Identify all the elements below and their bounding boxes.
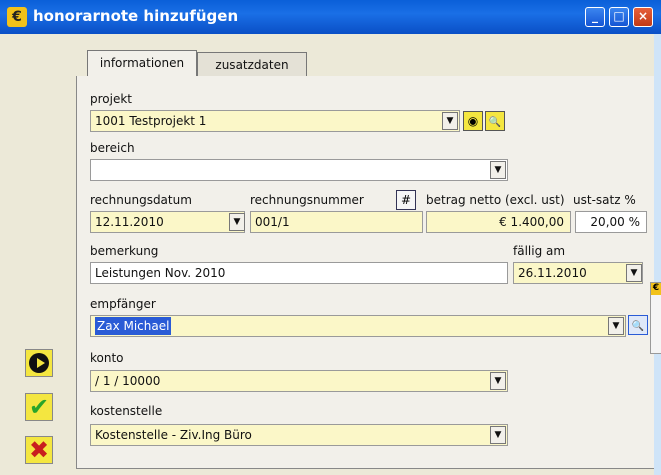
window-title: honorarnote hinzufügen (33, 7, 239, 25)
tab-informationen[interactable]: informationen (87, 50, 197, 76)
app-euro-icon: € (7, 7, 27, 27)
betrag-field[interactable]: € 1.400,00 (426, 211, 571, 233)
projekt-select[interactable]: 1001 Testprojekt 1 (90, 110, 460, 132)
cancel-button[interactable]: ✖ (25, 436, 53, 464)
faellig-dropdown-button[interactable]: ▼ (626, 264, 642, 282)
minimize-button[interactable]: _ (585, 7, 605, 27)
projekt-label: projekt (90, 92, 132, 106)
bemerkung-field[interactable]: Leistungen Nov. 2010 (90, 262, 508, 284)
number-generate-button[interactable]: # (396, 190, 416, 210)
empfaenger-dropdown-button[interactable]: ▼ (608, 317, 624, 335)
projekt-target-button[interactable]: ◉ (463, 111, 483, 131)
rechnungsnummer-field[interactable]: 001/1 (250, 211, 423, 233)
dialog-window: € honorarnote hinzufügen _ □ × ✔ ✖ infor… (0, 0, 661, 475)
title-bar[interactable]: € honorarnote hinzufügen _ □ × (0, 0, 661, 34)
kostenstelle-dropdown-button[interactable]: ▼ (490, 426, 506, 444)
close-button[interactable]: × (633, 7, 653, 27)
empfaenger-search-button[interactable]: 🔍 (628, 315, 648, 335)
rechnungsdatum-dropdown-button[interactable]: ▼ (229, 213, 245, 231)
faellig-label: fällig am (513, 244, 566, 258)
confirm-button[interactable]: ✔ (25, 393, 53, 421)
konto-label: konto (90, 351, 124, 365)
play-button[interactable] (25, 349, 53, 377)
background-popup-edge[interactable]: € (650, 282, 661, 354)
maximize-button[interactable]: □ (609, 7, 629, 27)
bemerkung-label: bemerkung (90, 244, 159, 258)
empfaenger-selected-text: Zax Michael (95, 317, 172, 335)
bereich-dropdown-button[interactable]: ▼ (490, 161, 506, 179)
empfaenger-select[interactable]: Zax Michael (90, 315, 626, 337)
check-icon: ✔ (28, 393, 50, 421)
ust-label: ust-satz % (573, 193, 636, 207)
target-icon: ◉ (467, 114, 479, 128)
ust-field[interactable]: 20,00 % (575, 211, 647, 233)
projekt-search-button[interactable]: 🔍 (485, 111, 505, 131)
search-icon: 🔍 (488, 117, 502, 128)
empfaenger-label: empfänger (90, 297, 156, 311)
bereich-label: bereich (90, 141, 135, 155)
kostenstelle-label: kostenstelle (90, 404, 163, 418)
rechnungsdatum-label: rechnungsdatum (90, 193, 192, 207)
betrag-label: betrag netto (excl. ust) (426, 193, 565, 207)
search-icon: 🔍 (631, 321, 645, 332)
konto-dropdown-button[interactable]: ▼ (490, 372, 506, 390)
faellig-field[interactable]: 26.11.2010 (513, 262, 643, 284)
tab-zusatzdaten[interactable]: zusatzdaten (197, 52, 307, 76)
rechnungsdatum-field[interactable]: 12.11.2010 (90, 211, 245, 233)
popup-euro-icon: € (651, 283, 661, 295)
cross-icon: ✖ (28, 436, 50, 464)
bereich-select[interactable] (90, 159, 508, 181)
window-right-border (654, 34, 661, 475)
kostenstelle-select[interactable]: Kostenstelle - Ziv.Ing Büro (90, 424, 508, 446)
rechnungsnummer-label: rechnungsnummer (250, 193, 364, 207)
projekt-dropdown-button[interactable]: ▼ (442, 112, 458, 130)
play-icon (29, 353, 49, 373)
konto-select[interactable]: / 1 / 10000 (90, 370, 508, 392)
